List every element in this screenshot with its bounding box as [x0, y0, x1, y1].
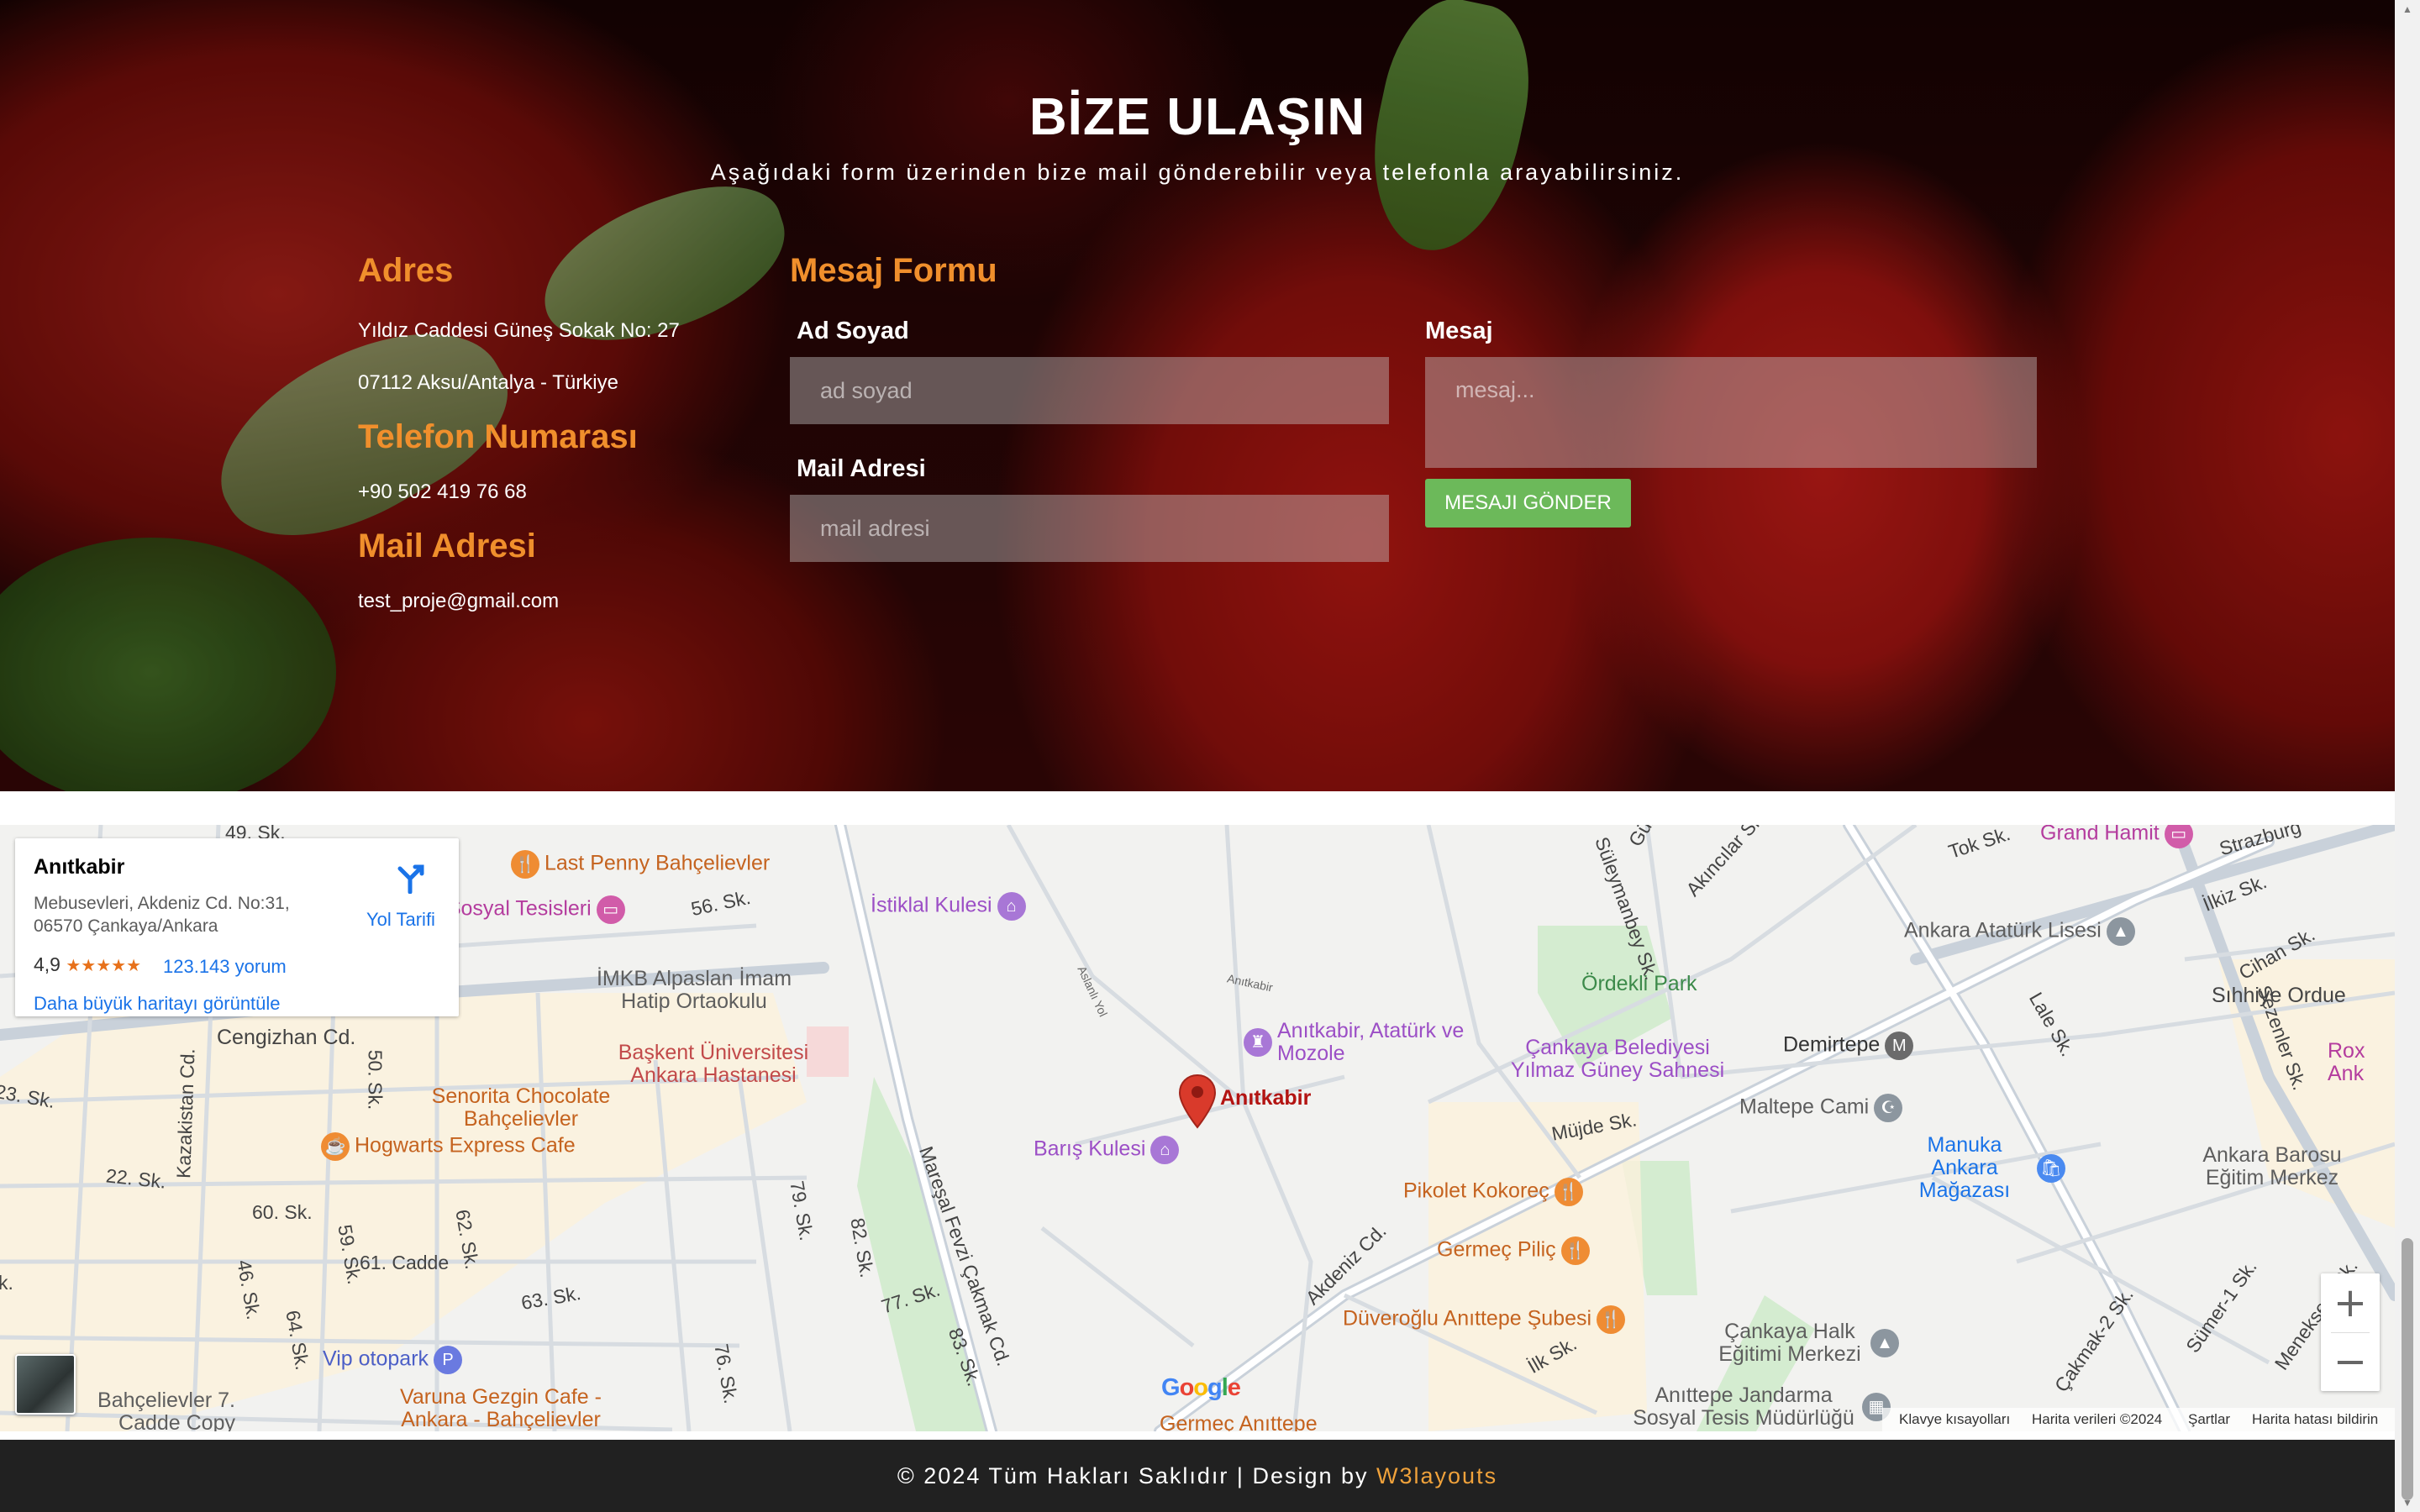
- place-address: Mebusevleri, Akdeniz Cd. No:31, 06570 Ça…: [34, 894, 290, 936]
- google-logo: Google: [1161, 1374, 1241, 1401]
- poi-pikolet-kokorec[interactable]: Pikolet Kokoreç 🍴: [1403, 1178, 1588, 1206]
- street-label: Kazakistan Cd.: [172, 1047, 199, 1179]
- parking-icon: P: [434, 1346, 463, 1374]
- phone-heading: Telefon Numarası: [358, 418, 638, 455]
- place-name: Anıtkabir: [34, 855, 125, 879]
- rating-stars-icon: ★★★★★: [66, 957, 142, 975]
- poi-varuna-cafe[interactable]: Varuna Gezgin Cafe - Ankara - Bahçelievl…: [392, 1386, 610, 1431]
- scrollbar-thumb[interactable]: [2402, 1238, 2413, 1500]
- message-label: Mesaj: [1425, 318, 1493, 344]
- designer-link[interactable]: W3layouts: [1376, 1463, 1497, 1488]
- museum-icon: ♜: [1244, 1028, 1272, 1057]
- poi-yilmaz-guney-sahnesi[interactable]: Çankaya Belediyesi Yılmaz Güney Sahnesi: [1496, 1037, 1739, 1082]
- zoom-in-button[interactable]: +: [2321, 1273, 2380, 1332]
- zoom-out-button[interactable]: −: [2321, 1332, 2380, 1391]
- mail-input[interactable]: [790, 495, 1389, 562]
- poi-ankara-barosu[interactable]: Ankara Barosu Eğitim Merkez: [2188, 1144, 2356, 1189]
- place-rating: 4,9 ★★★★★: [34, 953, 142, 975]
- page-subtitle: Aşağıdaki form üzerinden bize mail gönde…: [710, 160, 1685, 185]
- poi-demirtepe-metro[interactable]: Demirtepe M: [1783, 1032, 1918, 1060]
- page-scrollbar[interactable]: ▲ ▼: [2395, 0, 2420, 1512]
- poi-jandarma-tesis[interactable]: Anıttepe Jandarma Sosyal Tesis Müdürlüğü…: [1630, 1384, 1896, 1430]
- landmark-icon: ⌂: [1150, 1136, 1180, 1164]
- street-label: 60. Sk.: [252, 1201, 313, 1223]
- poi-baskent-hastanesi[interactable]: Başkent Üniversitesi Ankara Hastanesi: [613, 1042, 813, 1087]
- poi-germec-pilic[interactable]: Germeç Piliç 🍴: [1437, 1236, 1595, 1265]
- satellite-toggle-button[interactable]: [15, 1354, 76, 1415]
- restaurant-icon: 🍴: [1554, 1178, 1583, 1206]
- contact-hero: BİZE ULAŞIN Aşağıdaki form üzerinden biz…: [0, 0, 2395, 791]
- poi-maltepe-cami[interactable]: Maltepe Cami ☪: [1739, 1094, 1907, 1122]
- address-line-2: 07112 Aksu/Antalya - Türkiye: [358, 371, 618, 394]
- poi-hogwarts-cafe[interactable]: ☕ Hogwarts Express Cafe: [321, 1132, 576, 1161]
- scroll-down-icon[interactable]: ▼: [2402, 1497, 2413, 1509]
- school-icon: ▲: [2106, 917, 2135, 946]
- message-textarea[interactable]: [1425, 357, 2037, 468]
- place-info-card[interactable]: Anıtkabir Mebusevleri, Akdeniz Cd. No:31…: [15, 838, 459, 1016]
- poi-halk-egitimi[interactable]: Çankaya Halk Eğitimi Merkezi ▲: [1714, 1320, 1904, 1366]
- zoom-controls: + −: [2321, 1273, 2380, 1391]
- poi-grand-hamit[interactable]: Grand Hamit ▭: [2040, 825, 2198, 848]
- street-cengizhan: Cengizhan Cd.: [217, 1026, 356, 1049]
- mosque-icon: ☪: [1874, 1094, 1903, 1122]
- poi-senorita-chocolate[interactable]: Senorita Chocolate Bahçelievler: [420, 1085, 622, 1131]
- poi-vip-otopark[interactable]: Vip otopark P: [323, 1346, 467, 1374]
- map-data-text: Harita verileri ©2024: [2032, 1411, 2163, 1427]
- send-message-button[interactable]: MESAJI GÖNDER: [1425, 479, 1631, 528]
- mail-address: test_proje@gmail.com: [358, 590, 560, 612]
- hotel-icon: ▭: [2164, 825, 2193, 848]
- poi-manuka-magaza[interactable]: Manuka Ankara Mağazası🛍: [1897, 1134, 2070, 1202]
- keyboard-shortcuts-link[interactable]: Klavye kısayolları: [1899, 1411, 2010, 1428]
- poi-ataturk-lisesi[interactable]: Ankara Atatürk Lisesi ▲: [1904, 917, 2140, 946]
- location-marker-icon[interactable]: [1178, 1074, 1217, 1129]
- directions-link[interactable]: Yol Tarifi: [366, 909, 435, 931]
- marker-label: Anıtkabir: [1220, 1086, 1312, 1110]
- form-heading: Mesaj Formu: [790, 252, 997, 289]
- poi-duveroglu[interactable]: Düveroğlu Anıttepe Şubesi 🍴: [1343, 1305, 1630, 1334]
- poi-last-penny[interactable]: 🍴 Last Penny Bahçelievler: [511, 850, 770, 879]
- cafe-icon: ☕: [321, 1132, 350, 1161]
- reviews-link[interactable]: 123.143 yorum: [163, 956, 287, 978]
- mail-heading: Mail Adresi: [358, 528, 536, 564]
- copyright-text: © 2024 Tüm Hakları Saklıdır | Design by: [897, 1463, 1369, 1488]
- address-heading: Adres: [358, 252, 454, 289]
- report-error-link[interactable]: Harita hatası bildirin: [2252, 1411, 2378, 1428]
- page-title: BİZE ULAŞIN: [1028, 88, 1366, 146]
- scroll-up-icon[interactable]: ▲: [2402, 3, 2413, 15]
- hotel-icon: ▭: [596, 895, 625, 924]
- poi-istiklal-kulesi[interactable]: İstiklal Kulesi ⌂: [871, 892, 1031, 921]
- map-embed[interactable]: Anıtkabir 🍴 Last Penny Bahçelievler kav S…: [0, 825, 2395, 1431]
- poi-imkb-okulu[interactable]: İMKB Alpaslan İmam Hatip Ortaokulu: [585, 968, 803, 1013]
- name-label: Ad Soyad: [797, 318, 909, 344]
- metro-icon: M: [1885, 1032, 1914, 1060]
- directions-icon[interactable]: [393, 860, 427, 894]
- poi-rox[interactable]: Rox Ank: [2328, 1040, 2386, 1085]
- mail-label: Mail Adresi: [797, 455, 926, 482]
- poi-baris-kulesi[interactable]: Barış Kulesi ⌂: [1034, 1136, 1184, 1164]
- street-label: 50. Sk.: [364, 1049, 387, 1110]
- landmark-icon: ⌂: [997, 892, 1026, 921]
- school-icon: ▲: [1870, 1329, 1899, 1357]
- shop-icon: 🛍: [2037, 1153, 2065, 1183]
- street-label: k.: [0, 1272, 13, 1294]
- address-line-1: Yıldız Caddesi Güneş Sokak No: 27: [358, 319, 680, 342]
- street-label: 61. Cadde: [360, 1252, 450, 1273]
- restaurant-icon: 🍴: [1560, 1236, 1590, 1265]
- poi-anitkabir-mozole[interactable]: ♜ Anıtkabir, Atatürk ve Mozole: [1244, 1020, 1496, 1065]
- poi-germec-anittepe[interactable]: Germeç Anıttepe: [1160, 1413, 1318, 1432]
- name-input[interactable]: [790, 357, 1389, 424]
- restaurant-icon: 🍴: [511, 850, 539, 879]
- map-attribution: Klavye kısayolları Harita verileri ©2024…: [1882, 1408, 2395, 1431]
- terms-link[interactable]: Şartlar: [2188, 1411, 2230, 1428]
- phone-number: +90 502 419 76 68: [358, 480, 527, 503]
- restaurant-icon: 🍴: [1597, 1305, 1626, 1334]
- site-footer: © 2024 Tüm Hakları Saklıdır | Design by …: [0, 1440, 2395, 1512]
- view-larger-map-link[interactable]: Daha büyük haritayı görüntüle: [34, 993, 281, 1015]
